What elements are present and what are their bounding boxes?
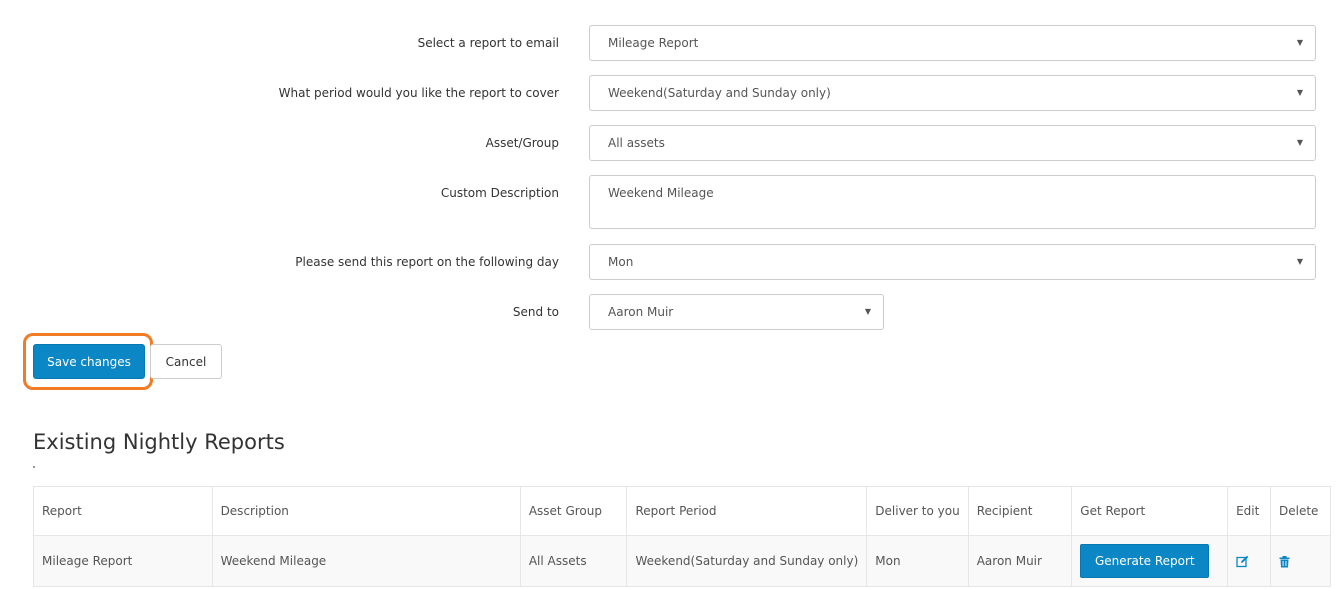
report-select-value: Mileage Report [608, 36, 699, 50]
column-header-get-report: Get Report [1071, 486, 1229, 536]
generate-report-button[interactable]: Generate Report [1080, 544, 1210, 578]
column-header-recipient: Recipient [967, 486, 1073, 536]
report-select-label: Select a report to email [417, 36, 559, 50]
page: Select a report to email Mileage Report … [0, 0, 1339, 589]
column-header-deliver: Deliver to you [866, 486, 969, 536]
send-day-select[interactable]: Mon ▼ [589, 244, 1316, 280]
caret-down-icon: ▼ [1296, 38, 1303, 47]
save-changes-button[interactable]: Save changes [33, 344, 145, 379]
period-select[interactable]: Weekend(Saturday and Sunday only) ▼ [589, 75, 1316, 111]
cell-report-period: Weekend(Saturday and Sunday only) [626, 535, 868, 587]
cell-description: Weekend Mileage [211, 535, 521, 587]
table-row: Mileage Report Weekend Mileage All Asset… [33, 535, 1331, 587]
caret-down-icon: ▼ [1296, 257, 1303, 266]
asset-group-value: All assets [608, 136, 665, 150]
column-header-delete: Delete [1270, 486, 1331, 536]
table-header-row: Report Description Asset Group Report Pe… [33, 486, 1331, 536]
column-header-report: Report [33, 486, 213, 536]
divider-dot [33, 466, 35, 468]
cell-edit [1227, 535, 1272, 587]
send-to-label: Send to [512, 305, 559, 319]
cell-get-report: Generate Report [1071, 535, 1229, 587]
caret-down-icon: ▼ [1296, 88, 1303, 97]
send-day-value: Mon [608, 255, 634, 269]
cell-recipient: Aaron Muir [967, 535, 1073, 587]
send-to-value: Aaron Muir [608, 305, 674, 319]
custom-description-label: Custom Description [440, 186, 559, 200]
edit-icon[interactable] [1236, 554, 1249, 568]
report-select[interactable]: Mileage Report ▼ [589, 25, 1316, 61]
caret-down-icon: ▼ [1296, 138, 1303, 147]
existing-reports-table: Report Description Asset Group Report Pe… [33, 486, 1331, 587]
cell-report: Mileage Report [33, 535, 213, 587]
column-header-asset-group: Asset Group [519, 486, 628, 536]
cell-asset-group: All Assets [519, 535, 628, 587]
send-day-label: Please send this report on the following… [295, 255, 559, 269]
asset-group-label: Asset/Group [485, 136, 559, 150]
period-select-value: Weekend(Saturday and Sunday only) [608, 86, 831, 100]
column-header-report-period: Report Period [626, 486, 868, 536]
custom-description-input[interactable]: Weekend Mileage [589, 175, 1316, 229]
column-header-edit: Edit [1227, 486, 1272, 536]
cell-deliver: Mon [866, 535, 969, 587]
trash-icon[interactable] [1279, 554, 1290, 568]
send-to-select[interactable]: Aaron Muir ▼ [589, 294, 884, 330]
column-header-description: Description [211, 486, 521, 536]
cancel-button[interactable]: Cancel [150, 344, 222, 379]
asset-group-select[interactable]: All assets ▼ [589, 125, 1316, 161]
period-select-label: What period would you like the report to… [278, 86, 559, 100]
cell-delete [1270, 535, 1331, 587]
custom-description-value: Weekend Mileage [608, 186, 714, 200]
caret-down-icon: ▼ [864, 307, 871, 316]
existing-reports-title: Existing Nightly Reports [33, 430, 285, 454]
